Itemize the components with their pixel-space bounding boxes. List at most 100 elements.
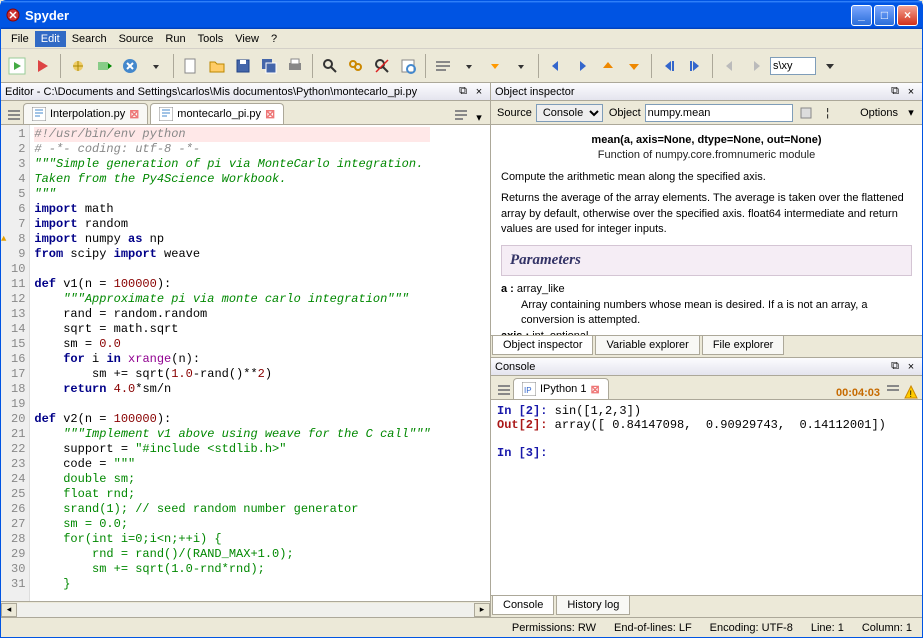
tab-close-icon[interactable]: ⊠ <box>265 108 275 120</box>
debug-icon[interactable] <box>66 54 90 78</box>
inspector-header: Object inspector ⧉ × <box>491 83 922 101</box>
toolbar <box>1 49 922 83</box>
console-list-icon[interactable] <box>495 381 513 399</box>
nav-up-icon[interactable] <box>596 54 620 78</box>
console-close-icon[interactable]: × <box>904 360 918 374</box>
editor-options-icon[interactable] <box>452 106 470 124</box>
editor-close-icon[interactable]: × <box>472 85 486 99</box>
object-label: Object <box>609 107 641 119</box>
console-bottom-tabs: Console History log <box>491 595 922 617</box>
inspector-save-icon[interactable] <box>797 104 815 122</box>
doc-summary: Compute the arithmetic mean along the sp… <box>501 170 912 185</box>
debug-step-icon[interactable] <box>92 54 116 78</box>
collapse-icon[interactable] <box>483 54 507 78</box>
save-icon[interactable] <box>231 54 255 78</box>
dropdown3-icon[interactable] <box>509 54 533 78</box>
console-timer: 00:04:03 <box>836 387 880 399</box>
tab-file-explorer[interactable]: File explorer <box>702 336 785 355</box>
run-file-icon[interactable] <box>5 54 29 78</box>
open-file-icon[interactable] <box>205 54 229 78</box>
new-file-icon[interactable] <box>179 54 203 78</box>
menu-help[interactable]: ? <box>265 31 283 47</box>
options-label[interactable]: Options <box>860 107 898 119</box>
save-all-icon[interactable] <box>257 54 281 78</box>
object-input[interactable] <box>645 104 793 122</box>
svg-text:!: ! <box>910 389 913 399</box>
console-undock-icon[interactable]: ⧉ <box>888 360 902 374</box>
zoom-in-icon[interactable] <box>683 54 707 78</box>
status-encoding: Encoding: UTF-8 <box>710 622 793 634</box>
source-label: Source <box>497 107 532 119</box>
code-editor[interactable]: 1234567891011121314151617181920212223242… <box>1 125 490 601</box>
scroll-left-icon[interactable]: ◂ <box>1 603 17 617</box>
scroll-right-icon[interactable]: ▸ <box>474 603 490 617</box>
tab-history-log[interactable]: History log <box>556 596 630 615</box>
console-warn-icon[interactable]: ! <box>904 385 918 399</box>
tab-label: Interpolation.py <box>50 108 125 120</box>
options-dropdown-icon[interactable]: ▾ <box>904 106 918 120</box>
hist-fwd-icon[interactable] <box>744 54 768 78</box>
tab-label: montecarlo_pi.py <box>177 108 261 120</box>
console-tab-close-icon[interactable]: ⊠ <box>590 383 599 396</box>
status-permissions: Permissions: RW <box>512 622 596 634</box>
console-body[interactable]: In [2]: sin([1,2,3]) Out[2]: array([ 0.8… <box>491 400 922 595</box>
menu-source[interactable]: Source <box>113 31 160 47</box>
menu-file[interactable]: File <box>5 31 35 47</box>
comment-icon[interactable] <box>431 54 455 78</box>
maximize-button[interactable]: □ <box>874 5 895 26</box>
nav-down-icon[interactable] <box>622 54 646 78</box>
inspector-undock-icon[interactable]: ⧉ <box>888 85 902 99</box>
dropdown-icon[interactable] <box>144 54 168 78</box>
console-options-icon[interactable] <box>884 381 902 399</box>
console-tab-ipython[interactable]: IP IPython 1 ⊠ <box>513 378 609 399</box>
nav-fwd-icon[interactable] <box>570 54 594 78</box>
goto-icon[interactable] <box>396 54 420 78</box>
tab-object-inspector[interactable]: Object inspector <box>492 336 593 355</box>
minimize-button[interactable]: _ <box>851 5 872 26</box>
doc-signature: mean(a, axis=None, dtype=None, out=None) <box>591 134 821 146</box>
menu-edit[interactable]: Edit <box>35 31 66 47</box>
doc-desc: Returns the average of the array element… <box>501 191 912 237</box>
menu-view[interactable]: View <box>229 31 265 47</box>
inspector-toolbar: Source Console Object ¦ Options ▾ <box>491 101 922 125</box>
browse-tabs-icon[interactable]: ▾ <box>472 110 486 124</box>
zoom-out-icon[interactable] <box>657 54 681 78</box>
tab-console[interactable]: Console <box>492 596 554 615</box>
nav-back-icon[interactable] <box>544 54 568 78</box>
find-files-icon[interactable] <box>344 54 368 78</box>
hist-back-icon[interactable] <box>718 54 742 78</box>
find-clear-icon[interactable] <box>370 54 394 78</box>
inspector-close-icon[interactable]: × <box>904 85 918 99</box>
menu-run[interactable]: Run <box>159 31 191 47</box>
python-file-icon <box>159 107 173 121</box>
preferences-icon[interactable] <box>118 54 142 78</box>
editor-undock-icon[interactable]: ⧉ <box>456 85 470 99</box>
editor-header-title: Editor - C:\Documents and Settings\carlo… <box>5 86 454 98</box>
tab-list-icon[interactable] <box>5 106 23 124</box>
editor-hscroll[interactable]: ◂ ▸ <box>1 601 490 617</box>
source-select[interactable]: Console <box>536 104 603 122</box>
tab-variable-explorer[interactable]: Variable explorer <box>595 336 699 355</box>
editor-tab-interpolation[interactable]: Interpolation.py ⊠ <box>23 103 148 124</box>
run-selection-icon[interactable] <box>31 54 55 78</box>
console-header: Console ⧉ × <box>491 358 922 376</box>
toolbar-combo[interactable] <box>770 57 816 75</box>
editor-tab-montecarlo[interactable]: montecarlo_pi.py ⊠ <box>150 103 284 124</box>
menu-tools[interactable]: Tools <box>192 31 230 47</box>
tab-close-icon[interactable]: ⊠ <box>129 108 139 120</box>
print-icon[interactable] <box>283 54 307 78</box>
inspector-title: Object inspector <box>495 86 886 98</box>
editor-tabs: Interpolation.py ⊠ montecarlo_pi.py ⊠ ▾ <box>1 101 490 125</box>
menu-search[interactable]: Search <box>66 31 113 47</box>
svg-text:IP: IP <box>524 386 532 395</box>
titlebar[interactable]: Spyder _ □ × <box>1 1 922 29</box>
dropdown2-icon[interactable] <box>457 54 481 78</box>
toolbar-combo-drop-icon[interactable] <box>818 54 842 78</box>
menubar: File Edit Search Source Run Tools View ? <box>1 29 922 49</box>
statusbar: Permissions: RW End-of-lines: LF Encodin… <box>1 617 922 637</box>
inspector-sep-icon: ¦ <box>821 106 835 120</box>
ipython-icon: IP <box>522 382 536 396</box>
console-tabs: IP IPython 1 ⊠ 00:04:03 ! <box>491 376 922 400</box>
find-icon[interactable] <box>318 54 342 78</box>
close-button[interactable]: × <box>897 5 918 26</box>
